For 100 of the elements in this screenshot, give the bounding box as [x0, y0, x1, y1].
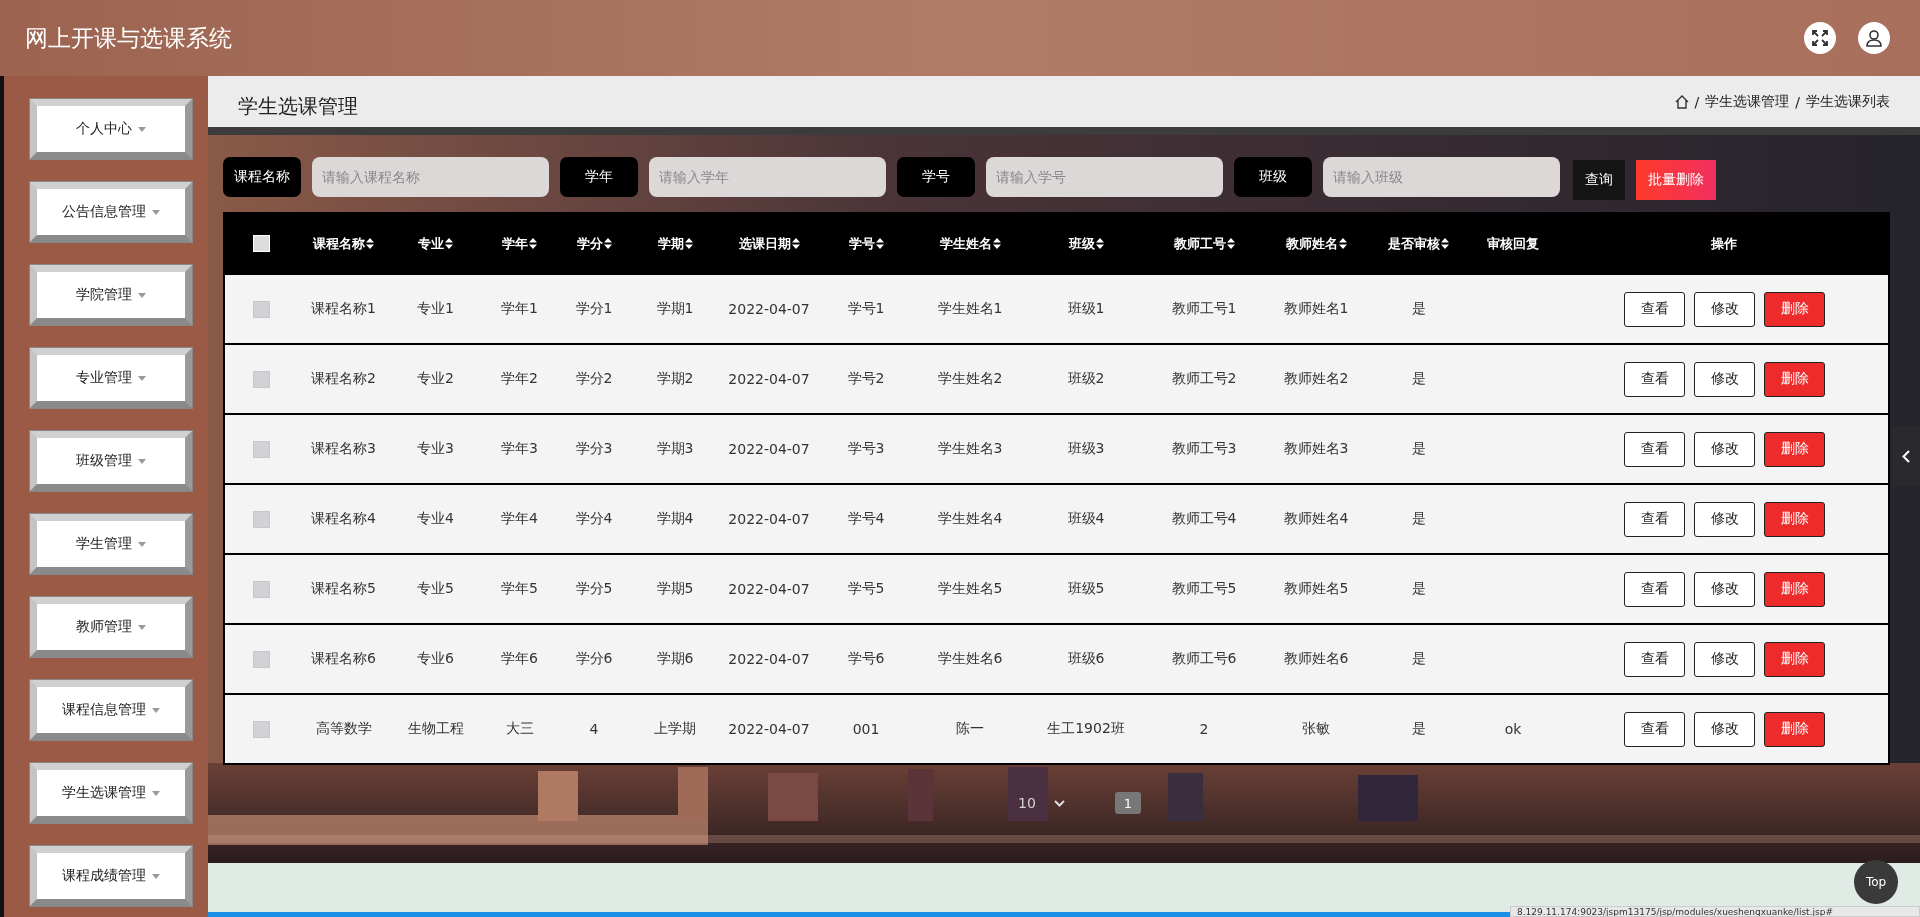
- sidebar-menu-item[interactable]: 班级管理: [30, 431, 192, 491]
- action-button[interactable]: 修改: [1694, 571, 1755, 607]
- action-button[interactable]: 查看: [1624, 571, 1685, 607]
- column-header[interactable]: 选课日期: [738, 234, 800, 253]
- sidebar-menu-item[interactable]: 个人中心: [30, 99, 192, 159]
- table-cell: 学号1: [847, 300, 885, 318]
- sidebar-menu-item[interactable]: 课程信息管理: [30, 680, 192, 740]
- action-button[interactable]: 查看: [1624, 361, 1685, 397]
- sort-icon[interactable]: [992, 238, 1001, 249]
- back-to-top-button[interactable]: Top: [1854, 860, 1898, 904]
- column-header[interactable]: 教师工号: [1173, 234, 1235, 253]
- fullscreen-icon[interactable]: [1804, 22, 1836, 54]
- action-button[interactable]: 修改: [1694, 711, 1755, 747]
- action-button[interactable]: 查看: [1624, 291, 1685, 327]
- table-cell: 上学期: [654, 720, 696, 738]
- sort-icon[interactable]: [1226, 238, 1235, 249]
- table-cell: 课程名称1: [311, 300, 376, 318]
- sidebar-menu-item[interactable]: 公告信息管理: [30, 182, 192, 242]
- table-cell: 教师姓名6: [1283, 650, 1349, 668]
- sidebar-menu-item[interactable]: 学生管理: [30, 514, 192, 574]
- action-button[interactable]: 查看: [1624, 431, 1685, 467]
- sort-icon[interactable]: [1441, 238, 1449, 249]
- action-button[interactable]: 修改: [1694, 291, 1755, 327]
- column-header[interactable]: 课程名称: [313, 234, 374, 253]
- table-cell: 班级1: [1067, 300, 1105, 318]
- table-cell: 是: [1411, 510, 1426, 528]
- select-all-checkbox[interactable]: [252, 235, 270, 252]
- sort-icon[interactable]: [1095, 238, 1104, 249]
- table-cell: 学号4: [847, 510, 885, 528]
- delete-button[interactable]: 删除: [1764, 641, 1825, 677]
- sort-icon[interactable]: [1338, 238, 1347, 249]
- home-icon[interactable]: [1674, 94, 1689, 109]
- action-button[interactable]: 查看: [1624, 501, 1685, 537]
- sort-icon[interactable]: [791, 238, 800, 249]
- column-header[interactable]: 教师姓名: [1285, 234, 1347, 253]
- user-icon[interactable]: [1858, 22, 1890, 54]
- table-cell: 学年6: [501, 650, 538, 668]
- column-header[interactable]: 是否审核: [1388, 234, 1449, 253]
- caret-icon: [138, 541, 146, 547]
- search-field[interactable]: 请输入课程名称: [312, 157, 549, 197]
- row-checkbox[interactable]: [252, 300, 270, 318]
- table-cell: 2022-04-07: [728, 651, 810, 667]
- page-number[interactable]: 1: [1114, 792, 1141, 814]
- action-button[interactable]: 查看: [1624, 641, 1685, 677]
- sidebar-menu-item[interactable]: 学生选课管理: [30, 763, 192, 823]
- action-button[interactable]: 修改: [1694, 361, 1755, 397]
- sort-icon[interactable]: [529, 238, 537, 249]
- sort-icon[interactable]: [875, 238, 884, 249]
- caret-icon: [152, 707, 160, 713]
- sort-icon[interactable]: [603, 238, 612, 249]
- breadcrumb-item[interactable]: 学生选课列表: [1806, 92, 1890, 111]
- sidebar-menu-item[interactable]: 课程成绩管理: [30, 846, 192, 906]
- delete-button[interactable]: 删除: [1764, 431, 1825, 467]
- table-cell: 2022-04-07: [728, 301, 810, 317]
- table-cell: 学期5: [656, 580, 694, 598]
- query-button[interactable]: 查询: [1573, 160, 1625, 200]
- column-header[interactable]: 学号: [848, 234, 884, 253]
- table-cell: 学分4: [575, 510, 613, 528]
- table-cell: 张敏: [1302, 720, 1330, 738]
- sidebar-menu-item[interactable]: 学院管理: [30, 265, 192, 325]
- delete-button[interactable]: 删除: [1764, 711, 1825, 747]
- column-header[interactable]: 班级: [1068, 234, 1104, 253]
- sort-icon[interactable]: [684, 238, 693, 249]
- action-button[interactable]: 查看: [1624, 711, 1685, 747]
- column-header[interactable]: 学期: [657, 234, 693, 253]
- table-cell: 学年5: [501, 580, 538, 598]
- page-size-select[interactable]: 10: [1018, 795, 1065, 811]
- action-button[interactable]: 修改: [1694, 641, 1755, 677]
- sidebar-menu-item[interactable]: 专业管理: [30, 348, 192, 408]
- table-cell: 教师工号5: [1171, 580, 1237, 598]
- action-button[interactable]: 修改: [1694, 501, 1755, 537]
- caret-icon: [138, 292, 146, 298]
- table-cell: 学分6: [575, 650, 613, 668]
- row-checkbox[interactable]: [252, 440, 270, 458]
- delete-button[interactable]: 删除: [1764, 291, 1825, 327]
- search-field[interactable]: 请输入学号: [986, 157, 1223, 197]
- row-checkbox[interactable]: [252, 650, 270, 668]
- row-checkbox[interactable]: [252, 580, 270, 598]
- breadcrumb-separator: /: [1694, 93, 1700, 110]
- batch-delete-button[interactable]: 批量删除: [1636, 160, 1716, 200]
- action-button[interactable]: 修改: [1694, 431, 1755, 467]
- breadcrumb-item[interactable]: 学生选课管理: [1705, 92, 1790, 111]
- delete-button[interactable]: 删除: [1764, 361, 1825, 397]
- column-header[interactable]: 专业: [418, 234, 453, 253]
- column-header[interactable]: 学年: [502, 234, 537, 253]
- table-cell: 班级4: [1067, 510, 1105, 528]
- row-checkbox[interactable]: [252, 370, 270, 388]
- caret-icon: [138, 458, 146, 464]
- delete-button[interactable]: 删除: [1764, 501, 1825, 537]
- side-toggle-tab[interactable]: [1892, 426, 1920, 487]
- sort-icon[interactable]: [366, 238, 374, 249]
- row-checkbox[interactable]: [252, 510, 270, 528]
- search-field[interactable]: 请输入班级: [1323, 157, 1560, 197]
- column-header[interactable]: 学分: [576, 234, 612, 253]
- sidebar-menu-item[interactable]: 教师管理: [30, 597, 192, 657]
- search-field[interactable]: 请输入学年: [649, 157, 886, 197]
- delete-button[interactable]: 删除: [1764, 571, 1825, 607]
- column-header[interactable]: 学生姓名: [939, 234, 1001, 253]
- sort-icon[interactable]: [445, 238, 453, 249]
- row-checkbox[interactable]: [252, 720, 270, 738]
